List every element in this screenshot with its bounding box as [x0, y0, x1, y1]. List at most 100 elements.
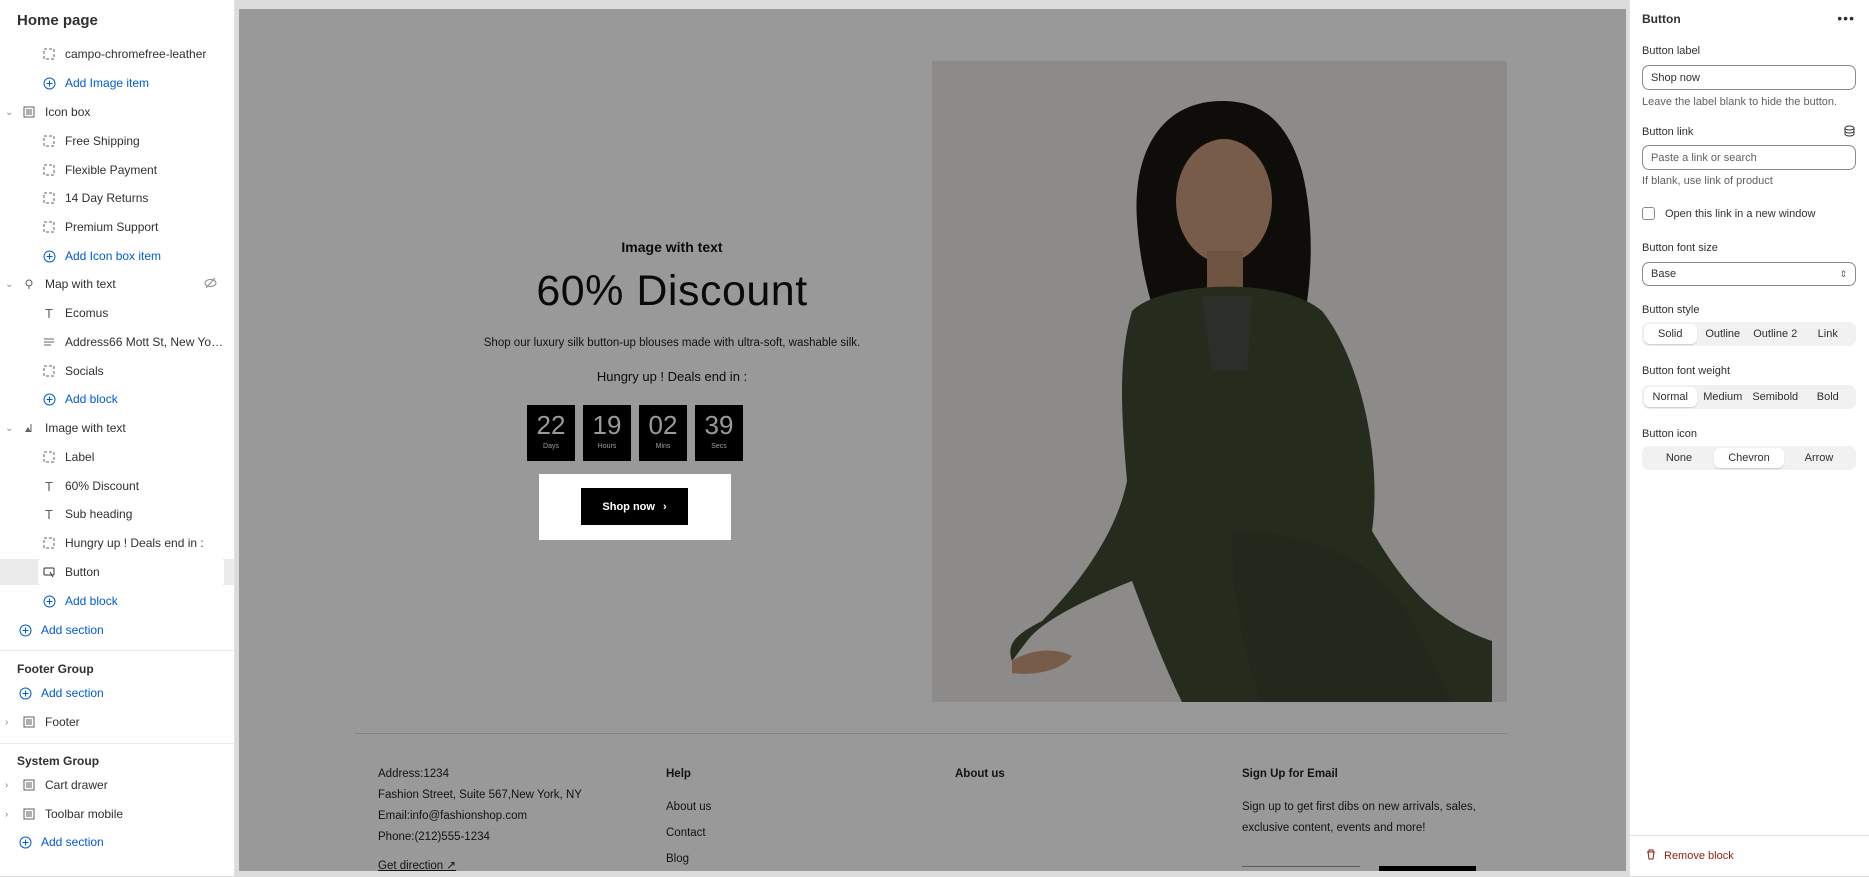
countdown-timer: 22 Days 19 Hours 02 Mins 39 Secs: [527, 405, 743, 461]
chevron-right-icon[interactable]: ›: [5, 809, 15, 820]
add-section-button[interactable]: Add section: [0, 617, 234, 643]
tree-item-hungry-up[interactable]: Hungry up ! Deals end in :: [0, 530, 234, 556]
dynamic-source-icon[interactable]: [1844, 125, 1855, 140]
add-block-button[interactable]: Add block: [0, 588, 234, 614]
footer-link-blog[interactable]: Blog: [666, 849, 711, 870]
section-cart-drawer[interactable]: › Cart drawer: [0, 772, 234, 798]
plus-circle-icon: [17, 834, 33, 850]
weight-option-semibold[interactable]: Semibold: [1749, 387, 1802, 407]
button-link-help: If blank, use link of product: [1642, 175, 1773, 187]
add-image-item-button[interactable]: Add Image item: [0, 70, 234, 96]
section-label: Icon box: [45, 105, 91, 119]
tree-item-label: Socials: [65, 364, 104, 378]
chevron-right-icon[interactable]: ›: [5, 780, 15, 791]
countdown-hours: 19 Hours: [583, 405, 631, 461]
button-cursor-icon: [41, 564, 57, 580]
add-icon-box-item-button[interactable]: Add Icon box item: [0, 243, 234, 269]
section-image-with-text[interactable]: ⌄ Image with text: [0, 415, 234, 441]
tree-item-label: 14 Day Returns: [65, 191, 149, 205]
add-section-button[interactable]: Add section: [0, 829, 234, 855]
countdown-unit: Days: [543, 443, 559, 450]
font-size-value: Base: [1651, 268, 1677, 280]
style-option-outline[interactable]: Outline: [1697, 324, 1750, 344]
checkbox-box[interactable]: [1642, 207, 1655, 220]
add-label: Add block: [65, 392, 118, 406]
tree-item-ecomus[interactable]: T Ecomus: [0, 300, 234, 326]
tree-item-label-block[interactable]: Label: [0, 444, 234, 470]
tree-item-campo[interactable]: campo-chromefree-leather: [0, 41, 234, 67]
tree-item-label: Flexible Payment: [65, 163, 158, 177]
tree-item-sub-heading[interactable]: T Sub heading: [0, 501, 234, 527]
add-section-button[interactable]: Add section: [0, 680, 234, 706]
tree-item-free-shipping[interactable]: Free Shipping: [0, 128, 234, 154]
style-option-outline-2[interactable]: Outline 2: [1749, 324, 1802, 344]
add-label: Add Image item: [65, 76, 150, 90]
tree-item-60-discount[interactable]: T 60% Discount: [0, 473, 234, 499]
panel-title: Button: [1642, 12, 1681, 26]
countdown-unit: Mins: [655, 443, 671, 450]
tree-item-socials[interactable]: Socials: [0, 358, 234, 384]
section-icon-box[interactable]: ⌄ Icon box: [0, 99, 234, 125]
chevron-right-icon[interactable]: ›: [5, 717, 15, 728]
section-map-with-text[interactable]: ⌄ Map with text: [0, 271, 234, 297]
footer-signup-text: Sign up to get first dibs on new arrival…: [1242, 801, 1476, 834]
footer-help-title: Help: [666, 768, 691, 780]
weight-option-medium[interactable]: Medium: [1697, 387, 1750, 407]
tree-item-flexible-payment[interactable]: Flexible Payment: [0, 157, 234, 183]
footer-link-contact[interactable]: Contact: [666, 823, 711, 844]
tree-item-label: Hungry up ! Deals end in :: [65, 536, 204, 550]
panel-footer: Remove block: [1630, 835, 1869, 877]
weight-option-normal[interactable]: Normal: [1644, 387, 1697, 407]
signup-submit-button[interactable]: [1379, 866, 1476, 871]
block-dashed-icon: [41, 449, 57, 465]
footer-address-line: Phone:(212)555-1234: [378, 831, 490, 843]
preview-canvas[interactable]: Image with text 60% Discount Shop our lu…: [239, 9, 1626, 871]
icon-option-chevron[interactable]: Chevron: [1714, 448, 1784, 468]
section-toolbar-mobile[interactable]: › Toolbar mobile: [0, 801, 234, 827]
add-label: Add section: [41, 686, 104, 700]
tree-item-button-selected[interactable]: Button: [0, 559, 234, 585]
button-link-label: Button link: [1642, 126, 1694, 138]
icon-option-arrow[interactable]: Arrow: [1784, 448, 1854, 468]
footer-link-about[interactable]: About us: [666, 797, 711, 818]
new-window-checkbox[interactable]: Open this link in a new window: [1642, 207, 1815, 220]
text-icon: T: [45, 506, 53, 522]
select-arrows-icon: ⇕: [1839, 268, 1847, 279]
footer-group-title: Footer Group: [17, 662, 94, 676]
section-label: Cart drawer: [45, 778, 108, 792]
style-option-solid[interactable]: Solid: [1644, 324, 1697, 344]
get-direction-link[interactable]: Get direction ↗: [378, 856, 582, 871]
add-block-button[interactable]: Add block: [0, 386, 234, 412]
divider: [0, 650, 234, 651]
icon-option-none[interactable]: None: [1644, 448, 1714, 468]
block-dashed-icon: [41, 46, 57, 62]
section-icon: [21, 777, 37, 793]
shop-now-button[interactable]: Shop now ›: [581, 488, 688, 525]
tree-item-premium-support[interactable]: Premium Support: [0, 214, 234, 240]
section-icon: [21, 806, 37, 822]
trash-icon: [1646, 849, 1656, 863]
settings-panel: Button ••• Button label Leave the label …: [1629, 0, 1869, 876]
section-label: Footer: [45, 715, 80, 729]
font-size-select[interactable]: Base ⇕: [1642, 262, 1856, 286]
countdown-secs: 39 Secs: [695, 405, 743, 461]
button-label-input[interactable]: [1642, 65, 1856, 90]
eye-hidden-icon[interactable]: [204, 277, 217, 292]
signup-email-input[interactable]: [1242, 866, 1360, 867]
button-icon-label: Button icon: [1642, 428, 1698, 440]
chevron-down-icon[interactable]: ⌄: [5, 423, 15, 434]
button-link-input[interactable]: [1642, 145, 1856, 170]
more-options-icon[interactable]: •••: [1837, 10, 1855, 26]
chevron-down-icon[interactable]: ⌄: [5, 107, 15, 118]
tree-item-14-day-returns[interactable]: 14 Day Returns: [0, 185, 234, 211]
style-option-link[interactable]: Link: [1802, 324, 1855, 344]
remove-block-button[interactable]: Remove block: [1646, 849, 1734, 863]
tree-item-label: Button: [65, 565, 100, 579]
section-footer[interactable]: › Footer: [0, 709, 234, 735]
block-dashed-icon: [41, 363, 57, 379]
chevron-down-icon[interactable]: ⌄: [5, 279, 15, 290]
weight-option-bold[interactable]: Bold: [1802, 387, 1855, 407]
preview-heading: 60% Discount: [536, 267, 808, 315]
get-direction-label: Get direction: [378, 860, 444, 871]
tree-item-address[interactable]: Address66 Mott St, New York,...: [0, 329, 234, 355]
